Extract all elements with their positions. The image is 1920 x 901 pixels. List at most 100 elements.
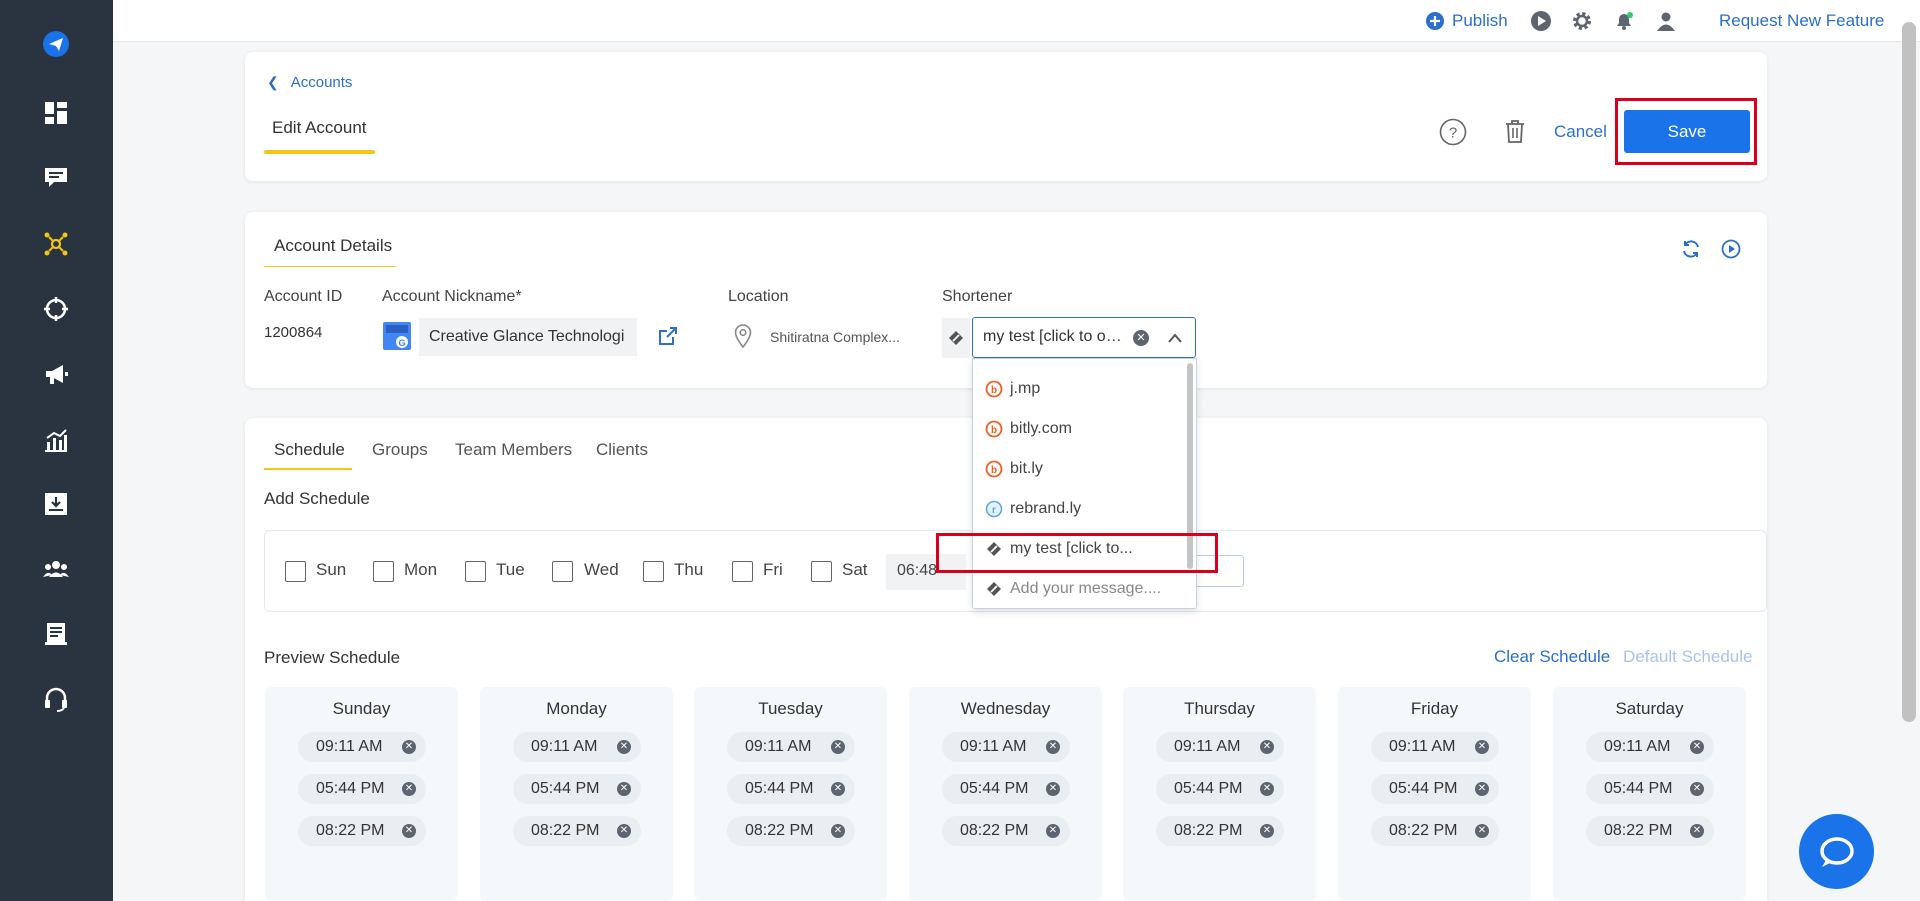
time-chip: 09:11 AM ✕ <box>942 732 1070 762</box>
label-fri: Fri <box>763 560 783 579</box>
time-chip-label: 09:11 AM <box>316 738 383 755</box>
play-icon[interactable] <box>1530 10 1552 32</box>
remove-time-icon[interactable]: ✕ <box>1260 824 1274 838</box>
checkbox-mon[interactable] <box>373 561 394 582</box>
bell-icon[interactable] <box>1613 10 1635 32</box>
checkbox-tue[interactable] <box>465 561 486 582</box>
remove-time-icon[interactable]: ✕ <box>402 782 416 796</box>
shortener-select[interactable]: my test [click to o… ✕ <box>972 317 1196 358</box>
tab-schedule[interactable]: Schedule <box>274 440 345 460</box>
day-name: Friday <box>1410 699 1459 718</box>
dropdown-option[interactable]: Add your message.... <box>973 569 1185 608</box>
day-name: Saturday <box>1615 699 1684 718</box>
request-feature-link[interactable]: Request New Feature <box>1719 9 1884 33</box>
time-chip-label: 08:22 PM <box>1174 822 1243 839</box>
remove-time-icon[interactable]: ✕ <box>617 824 631 838</box>
checkbox-fri[interactable] <box>732 561 753 582</box>
tab-groups[interactable]: Groups <box>372 440 428 460</box>
remove-time-icon[interactable]: ✕ <box>1046 782 1060 796</box>
preview-day-monday: Monday 09:11 AM ✕ 05:44 PM ✕ 08:22 PM ✕ <box>480 687 673 901</box>
remove-time-icon[interactable]: ✕ <box>1046 740 1060 754</box>
remove-time-icon[interactable]: ✕ <box>1690 782 1704 796</box>
app-logo-icon[interactable] <box>40 28 72 60</box>
checkbox-sun[interactable] <box>285 561 306 582</box>
remove-time-icon[interactable]: ✕ <box>1260 740 1274 754</box>
dropdown-option-label: rebrand.ly <box>1010 500 1082 517</box>
svg-text:b: b <box>991 465 997 476</box>
download-icon[interactable] <box>40 488 72 520</box>
tab-team-members[interactable]: Team Members <box>455 440 572 460</box>
dropdown-option[interactable]: r rebrand.ly <box>973 489 1185 529</box>
time-chip-label: 09:11 AM <box>745 738 812 755</box>
remove-time-icon[interactable]: ✕ <box>1475 824 1489 838</box>
nickname-input[interactable]: Creative Glance Technologi <box>419 318 637 356</box>
time-chip-label: 09:11 AM <box>531 738 598 755</box>
clear-selection-icon[interactable]: ✕ <box>1133 330 1149 346</box>
remove-time-icon[interactable]: ✕ <box>402 740 416 754</box>
clear-schedule-button[interactable]: Clear Schedule <box>1494 647 1610 667</box>
team-icon[interactable] <box>40 553 72 585</box>
time-chip-label: 05:44 PM <box>745 780 814 797</box>
account-details-title: Account Details <box>274 236 393 255</box>
dropdown-option[interactable]: b bit.ly <box>973 449 1185 489</box>
breadcrumb[interactable]: ❮ Accounts <box>267 74 352 91</box>
help-icon[interactable]: ? <box>1439 118 1467 146</box>
remove-time-icon[interactable]: ✕ <box>831 824 845 838</box>
label-sat: Sat <box>842 560 868 579</box>
tab-clients[interactable]: Clients <box>596 440 648 460</box>
remove-time-icon[interactable]: ✕ <box>1690 824 1704 838</box>
refresh-icon[interactable] <box>1680 238 1702 260</box>
plus-circle-icon <box>1426 12 1444 30</box>
time-chip: 05:44 PM ✕ <box>298 774 426 804</box>
messages-icon[interactable] <box>40 162 72 194</box>
time-chip-label: 05:44 PM <box>1174 780 1243 797</box>
remove-time-icon[interactable]: ✕ <box>402 824 416 838</box>
tab-edit-account[interactable]: Edit Account <box>264 118 375 154</box>
publish-button[interactable]: Publish <box>1426 9 1508 33</box>
external-link-icon[interactable] <box>657 325 679 347</box>
chevron-up-icon[interactable] <box>1167 332 1183 344</box>
time-chip: 08:22 PM ✕ <box>513 816 641 846</box>
chat-support-button[interactable] <box>1799 814 1874 889</box>
breadcrumb-accounts[interactable]: Accounts <box>291 74 353 91</box>
checkbox-sat[interactable] <box>811 561 832 582</box>
dropdown-option[interactable]: b bitly.com <box>973 409 1185 449</box>
preview-day-thursday: Thursday 09:11 AM ✕ 05:44 PM ✕ 08:22 PM ✕ <box>1123 687 1316 901</box>
preview-day-saturday: Saturday 09:11 AM ✕ 05:44 PM ✕ 08:22 PM ✕ <box>1553 687 1746 901</box>
analytics-icon[interactable] <box>40 424 72 456</box>
remove-time-icon[interactable]: ✕ <box>1475 740 1489 754</box>
preview-day-sunday: Sunday 09:11 AM ✕ 05:44 PM ✕ 08:22 PM ✕ <box>265 687 458 901</box>
remove-time-icon[interactable]: ✕ <box>1475 782 1489 796</box>
remove-time-icon[interactable]: ✕ <box>1260 782 1274 796</box>
time-chip: 08:22 PM ✕ <box>1371 816 1499 846</box>
gear-icon[interactable] <box>1571 10 1593 32</box>
time-chip: 09:11 AM ✕ <box>1156 732 1284 762</box>
remove-time-icon[interactable]: ✕ <box>617 740 631 754</box>
user-icon[interactable] <box>1655 10 1677 32</box>
support-headset-icon[interactable] <box>40 683 72 715</box>
default-schedule-button[interactable]: Default Schedule <box>1623 647 1752 667</box>
megaphone-icon[interactable] <box>40 358 72 390</box>
play-circle-icon[interactable] <box>1721 239 1741 259</box>
checkbox-thu[interactable] <box>643 561 664 582</box>
save-button[interactable]: Save <box>1624 110 1750 153</box>
time-chip-label: 09:11 AM <box>1604 738 1671 755</box>
remove-time-icon[interactable]: ✕ <box>617 782 631 796</box>
time-chip-label: 08:22 PM <box>745 822 814 839</box>
remove-time-icon[interactable]: ✕ <box>831 782 845 796</box>
network-icon[interactable] <box>40 228 72 260</box>
remove-time-icon[interactable]: ✕ <box>831 740 845 754</box>
page-scrollbar[interactable] <box>1902 22 1916 722</box>
tab-edit-account-label: Edit Account <box>272 118 367 137</box>
checkbox-wed[interactable] <box>552 561 573 582</box>
target-icon[interactable] <box>40 293 72 325</box>
trash-icon[interactable] <box>1502 117 1528 145</box>
dashboard-icon[interactable] <box>40 97 72 129</box>
remove-time-icon[interactable]: ✕ <box>1046 824 1060 838</box>
cancel-button[interactable]: Cancel <box>1554 122 1607 142</box>
reports-icon[interactable] <box>40 618 72 650</box>
dropdown-option[interactable]: b j.mp <box>973 369 1185 409</box>
remove-time-icon[interactable]: ✕ <box>1690 740 1704 754</box>
time-chip: 08:22 PM ✕ <box>298 816 426 846</box>
dropdown-option-label: Add your message.... <box>1010 580 1162 597</box>
